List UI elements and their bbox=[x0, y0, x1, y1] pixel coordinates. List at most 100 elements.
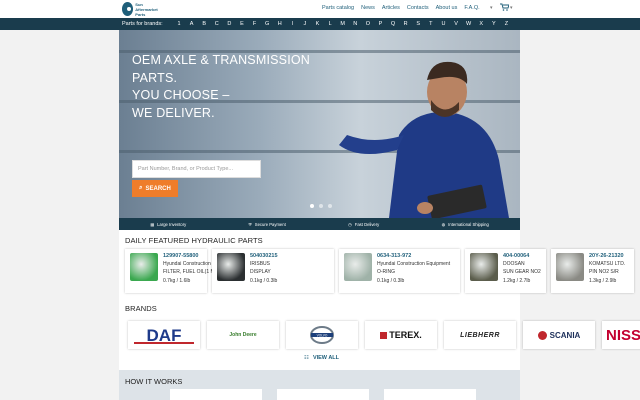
nav-contacts[interactable]: Contacts bbox=[407, 5, 429, 11]
hero-title-line: OEM AXLE & TRANSMISSION bbox=[132, 53, 311, 67]
how-it-works-title: HOW IT WORKS bbox=[125, 377, 183, 386]
brand-letter-link[interactable]: G bbox=[261, 21, 274, 27]
brand-letter-link[interactable]: 1 bbox=[173, 21, 186, 27]
nav-about-us[interactable]: About us bbox=[436, 5, 458, 11]
brand-letter-link[interactable]: O bbox=[362, 21, 375, 27]
brand-letter-link[interactable]: Q bbox=[387, 21, 400, 27]
warehouse-icon: ▦ bbox=[150, 221, 155, 227]
brand-letter-link[interactable]: T bbox=[425, 21, 438, 27]
nav-news[interactable]: News bbox=[361, 5, 375, 11]
brand-letter-link[interactable]: K bbox=[311, 21, 324, 27]
part-detail: IRISBUS bbox=[250, 261, 271, 267]
search-button[interactable]: ⌕ SEARCH bbox=[132, 180, 178, 197]
clock-icon: ◷ bbox=[348, 221, 352, 227]
site-logo[interactable]: Sun Aftermarket Parts bbox=[122, 1, 166, 17]
part-number-link[interactable]: 20Y-26-21320 bbox=[589, 253, 624, 259]
grid-icon: ☷ bbox=[304, 355, 309, 361]
brand-letter-bar: Parts for brands: 1ABCDEFGHIJKLMNOPQRSTU… bbox=[0, 18, 640, 30]
brand-letter-link[interactable]: M bbox=[336, 21, 349, 27]
part-number-link[interactable]: 129907-55800 bbox=[163, 253, 198, 259]
brand-letter-link[interactable]: V bbox=[450, 21, 463, 27]
part-detail: PIN NO2 S/R bbox=[589, 269, 619, 275]
part-thumbnail[interactable] bbox=[130, 253, 158, 281]
carousel-dot[interactable] bbox=[319, 204, 323, 208]
brand-volvo[interactable]: VOLVO bbox=[286, 321, 358, 349]
brand-liebherr[interactable]: LIEBHERR bbox=[444, 321, 516, 349]
features-strip: ▦ Large Inventory ⛨ Secure Payment ◷ Fast D… bbox=[119, 218, 520, 230]
featured-part-card[interactable]: 504030215 IRISBUS DISPLAY 0.1kg / 0.3lb bbox=[212, 249, 334, 293]
brand-daf[interactable]: DAF bbox=[128, 321, 200, 349]
feature-label: Fast Delivery bbox=[354, 221, 380, 227]
brand-letter-link[interactable]: R bbox=[399, 21, 412, 27]
brand-letter-link[interactable]: N bbox=[349, 21, 362, 27]
part-number-link[interactable]: 0634-313-972 bbox=[377, 253, 411, 259]
brand-john-deere[interactable]: John Deere bbox=[207, 321, 279, 349]
part-detail: DISPLAY bbox=[250, 269, 271, 275]
featured-part-card[interactable]: 404-00064 DOOSAN SUN GEAR NO2 1.2kg / 2.7lb bbox=[465, 249, 546, 293]
part-detail: 1.3kg / 2.9lb bbox=[589, 278, 617, 284]
brand-nissan[interactable]: NISSAN bbox=[602, 321, 640, 349]
featured-title: DAILY FEATURED HYDRAULIC PARTS bbox=[125, 236, 263, 245]
part-detail: SUN GEAR NO2 bbox=[503, 269, 541, 275]
brand-letter-link[interactable]: W bbox=[462, 21, 475, 27]
part-thumbnail[interactable] bbox=[470, 253, 498, 281]
chevron-down-icon[interactable]: ▾ bbox=[510, 5, 513, 11]
featured-part-card[interactable]: 20Y-26-21320 KOMATSU LTD. PIN NO2 S/R 1.3kg… bbox=[551, 249, 634, 293]
page: Sun Aftermarket Parts Parts catalog News… bbox=[0, 0, 640, 400]
nav-parts-catalog[interactable]: Parts catalog bbox=[322, 5, 354, 11]
scania-griffin-icon bbox=[537, 330, 547, 340]
hero-title-line: WE DELIVER. bbox=[132, 105, 215, 120]
how-step-card bbox=[277, 389, 369, 400]
hero-title: OEM AXLE & TRANSMISSION PARTS. YOU CHOOS… bbox=[132, 52, 310, 122]
nav-faq[interactable]: F.A.Q. bbox=[464, 5, 479, 11]
view-all-link[interactable]: ☷ VIEW ALL bbox=[304, 355, 339, 361]
terex-mark-icon bbox=[380, 331, 388, 339]
cart-icon[interactable] bbox=[500, 3, 510, 13]
part-detail: Hyundai Construction Equipment bbox=[377, 261, 451, 267]
brand-letter-link[interactable]: S bbox=[412, 21, 425, 27]
brands-title: BRANDS bbox=[125, 304, 157, 313]
part-number-link[interactable]: 504030215 bbox=[250, 253, 278, 259]
hero-title-line: YOU CHOOSE – bbox=[132, 88, 230, 102]
brand-letter-link[interactable]: X bbox=[475, 21, 488, 27]
brand-letter-link[interactable]: D bbox=[223, 21, 236, 27]
brand-scania[interactable]: SCANIA bbox=[523, 321, 595, 349]
brand-letter-link[interactable]: B bbox=[198, 21, 211, 27]
brand-letter-link[interactable]: P bbox=[374, 21, 387, 27]
brand-letter-link[interactable]: H bbox=[273, 21, 286, 27]
part-number-link[interactable]: 404-00064 bbox=[503, 253, 529, 259]
brand-letter-link[interactable]: Y bbox=[488, 21, 501, 27]
part-thumbnail[interactable] bbox=[344, 253, 372, 281]
part-detail: 0.7kg / 1.6lb bbox=[163, 278, 191, 284]
brand-logo-text: NISSAN bbox=[606, 326, 640, 344]
search-placeholder: Part Number, Brand, or Product Type... bbox=[138, 166, 233, 172]
brand-terex[interactable]: TEREX. bbox=[365, 321, 437, 349]
feature-label: International Shipping bbox=[448, 221, 489, 227]
brand-letter-link[interactable]: I bbox=[286, 21, 299, 27]
brand-letter-link[interactable]: A bbox=[185, 21, 198, 27]
brand-letter-link[interactable]: U bbox=[437, 21, 450, 27]
part-thumbnail[interactable] bbox=[556, 253, 584, 281]
worker-photo bbox=[339, 61, 509, 218]
brand-letter-link[interactable]: J bbox=[299, 21, 312, 27]
brand-letter-link[interactable]: E bbox=[236, 21, 249, 27]
language-dropdown[interactable]: ▾ bbox=[490, 5, 493, 11]
carousel-dot[interactable] bbox=[310, 204, 314, 208]
gear-logo-icon bbox=[122, 2, 134, 16]
nav-articles[interactable]: Articles bbox=[382, 5, 400, 11]
part-thumbnail[interactable] bbox=[217, 253, 245, 281]
brand-letter-link[interactable]: Z bbox=[500, 21, 513, 27]
carousel-dot[interactable] bbox=[328, 204, 332, 208]
featured-part-card[interactable]: 0634-313-972 Hyundai Construction Equipme… bbox=[339, 249, 460, 293]
how-step-card bbox=[170, 389, 262, 400]
brand-letter-link[interactable]: C bbox=[210, 21, 223, 27]
hero-title-line: PARTS. bbox=[132, 70, 178, 85]
brand-letter-link[interactable]: F bbox=[248, 21, 261, 27]
volvo-logo: VOLVO bbox=[310, 326, 334, 344]
featured-part-card[interactable]: 129907-55800 Hyundai Construction Equipme… bbox=[125, 249, 236, 293]
search-input[interactable]: Part Number, Brand, or Product Type... bbox=[132, 160, 261, 178]
brand-logo-text: SCANIA bbox=[549, 330, 581, 340]
brand-letter-link[interactable]: L bbox=[324, 21, 337, 27]
part-detail: KOMATSU LTD. bbox=[589, 261, 626, 267]
search-button-label: SEARCH bbox=[145, 185, 171, 192]
